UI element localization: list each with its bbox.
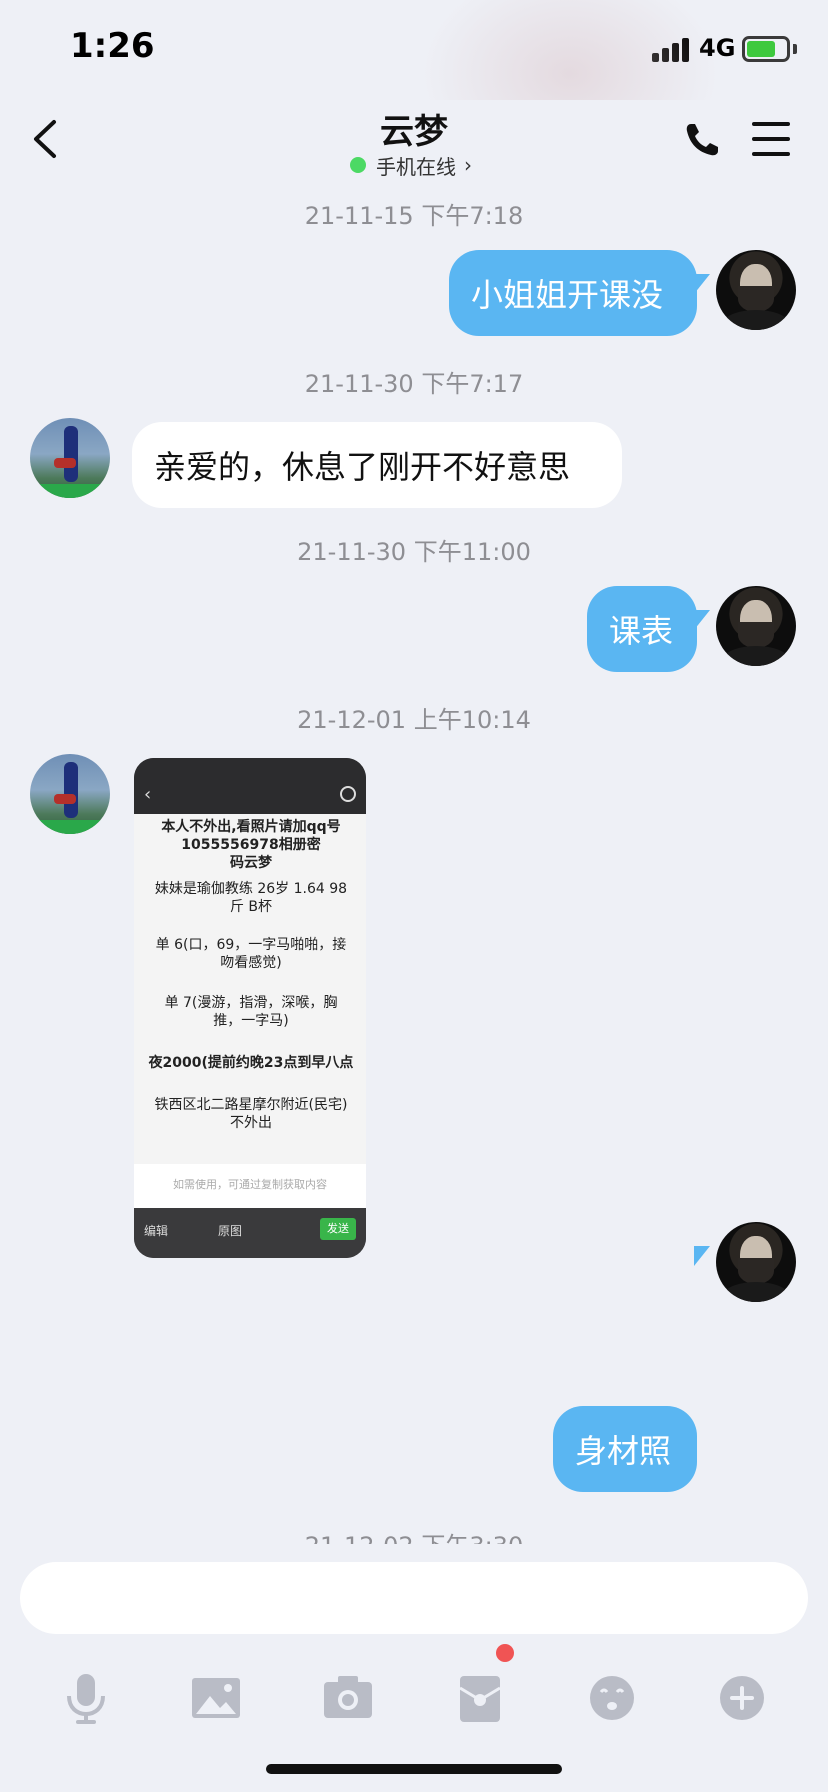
bubble-tail: [694, 274, 710, 294]
message-text: 课表: [609, 612, 674, 650]
timestamp: 21-11-30 下午11:00: [297, 538, 531, 566]
image-text-line: 单 7(漫游，指滑，深喉，胸: [164, 995, 338, 1011]
screenshot-check-icon: [340, 786, 356, 802]
outgoing-message-bubble[interactable]: 小姐姐开课没: [449, 250, 697, 336]
status-time: 1:26: [70, 26, 155, 66]
outgoing-message-bubble[interactable]: 身材照: [553, 1406, 697, 1492]
screenshot-send-label: 发送: [320, 1218, 356, 1240]
more-button[interactable]: [712, 1668, 772, 1728]
outgoing-message-bubble[interactable]: 课表: [587, 586, 697, 672]
image-text-line: 码云梦: [230, 855, 272, 871]
red-packet-icon: [459, 1676, 501, 1722]
screenshot-back-icon: ‹: [144, 784, 152, 805]
image-icon: [192, 1678, 240, 1718]
battery-cap: [793, 44, 797, 54]
notification-badge: [496, 1644, 514, 1662]
image-text-line: 单 6(口，69，一字马啪啪，接: [155, 937, 347, 953]
bubble-tail: [694, 1246, 710, 1266]
online-status[interactable]: 手机在线 ›: [350, 150, 472, 180]
home-indicator[interactable]: [266, 1764, 562, 1774]
composer: [0, 1544, 828, 1792]
contact-avatar[interactable]: [30, 418, 110, 498]
message-text: 亲爱的，休息了刚开不好意思: [154, 448, 571, 486]
online-status-label: 手机在线: [376, 154, 456, 179]
timestamp: 21-11-30 下午7:17: [304, 370, 524, 398]
timestamp: 21-11-15 下午7:18: [304, 202, 524, 230]
incoming-message-bubble[interactable]: 亲爱的，休息了刚开不好意思: [132, 422, 622, 508]
image-text-line: 吻看感觉): [220, 955, 282, 971]
mic-icon: [67, 1674, 105, 1724]
phone-call-button[interactable]: [682, 120, 722, 160]
chat-message-list[interactable]: 21-11-15 下午7:18 小姐姐开课没 21-11-30 下午7:17 亲…: [0, 184, 828, 1544]
image-text-line: 铁西区北二路星摩尔附近(民宅): [154, 1097, 348, 1113]
image-text-line: 夜2000(提前约晚23点到早八点: [148, 1055, 354, 1071]
image-message[interactable]: ‹ 本人不外出,看照片请加qq号 1055556978相册密 码云梦 妹妹是瑜伽…: [134, 758, 366, 1258]
timestamp: 21-12-01 上午10:14: [297, 706, 531, 734]
menu-button[interactable]: [752, 122, 790, 156]
phone-icon: [686, 124, 718, 156]
image-text-line: 不外出: [230, 1115, 272, 1131]
image-text-line: 1055556978相册密: [181, 837, 321, 853]
message-input[interactable]: [20, 1562, 808, 1634]
screenshot-original-label: 原图: [218, 1224, 243, 1238]
my-avatar[interactable]: [716, 250, 796, 330]
camera-button[interactable]: [318, 1668, 378, 1728]
chat-header: 云梦 手机在线 ›: [0, 100, 828, 184]
plus-icon: [720, 1676, 764, 1720]
image-text-line: 妹妹是瑜伽教练 26岁 1.64 98: [154, 881, 348, 897]
image-text-line: 斤 B杯: [229, 899, 273, 915]
chevron-right-icon: ›: [464, 153, 472, 177]
red-packet-button[interactable]: [450, 1668, 510, 1728]
emoji-icon: [590, 1676, 634, 1720]
message-text: 身材照: [575, 1432, 672, 1470]
contact-avatar[interactable]: [30, 754, 110, 834]
emoji-button[interactable]: [582, 1668, 642, 1728]
screenshot-footer: 如需使用，可通过复制获取内容: [134, 1164, 366, 1208]
my-avatar[interactable]: [716, 586, 796, 666]
bubble-tail: [694, 610, 710, 630]
online-dot-icon: [350, 157, 366, 173]
screenshot-bottom-bar: 编辑 原图 发送: [134, 1208, 366, 1258]
battery-icon: [742, 36, 790, 62]
screenshot-top-bar: ‹: [134, 758, 366, 814]
my-avatar[interactable]: [716, 1222, 796, 1302]
screenshot-hint: 如需使用，可通过复制获取内容: [173, 1178, 327, 1191]
image-text-line: 推，一字马): [213, 1013, 289, 1029]
screenshot-content: 本人不外出,看照片请加qq号 1055556978相册密 码云梦 妹妹是瑜伽教练…: [134, 814, 366, 1164]
image-text-line: 本人不外出,看照片请加qq号: [161, 819, 341, 835]
voice-button[interactable]: [56, 1668, 116, 1728]
camera-icon: [324, 1676, 372, 1718]
timestamp: 21-12-02 下午3:30: [0, 1526, 828, 1544]
photo-button[interactable]: [186, 1668, 246, 1728]
screenshot-edit-label: 编辑: [144, 1224, 169, 1238]
message-text: 小姐姐开课没: [471, 276, 664, 314]
